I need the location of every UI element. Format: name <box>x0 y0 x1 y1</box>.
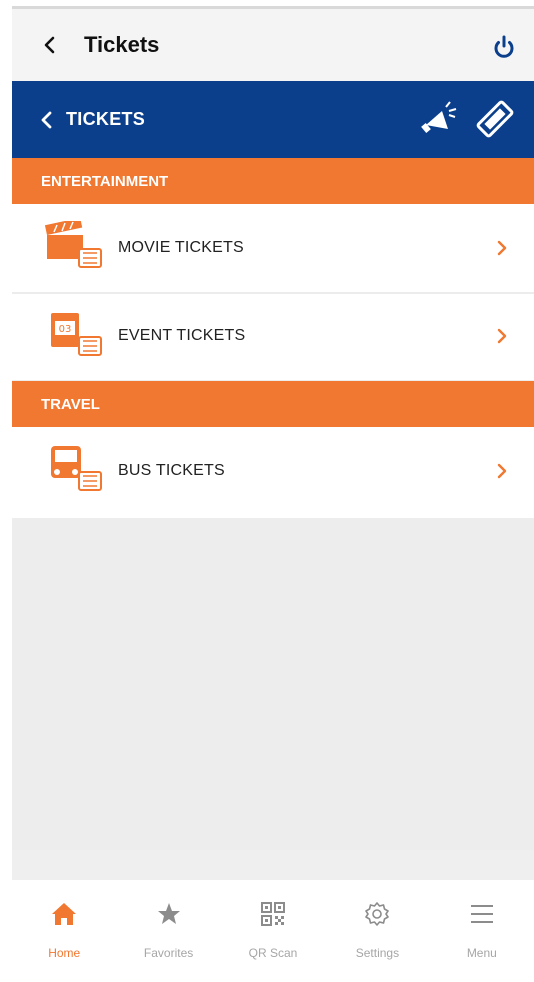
movie-ticket-icon <box>45 221 102 268</box>
chevron-right-icon <box>497 463 507 479</box>
content-bottom-strip <box>12 850 534 880</box>
chevron-left-icon <box>44 36 55 54</box>
subheader-back-button[interactable] <box>40 111 54 129</box>
back-button[interactable] <box>40 36 58 54</box>
list-item-bus-tickets[interactable]: BUS TICKETS <box>12 427 534 518</box>
tab-menu[interactable]: Menu <box>430 880 534 982</box>
menu-icon <box>470 905 493 923</box>
home-icon <box>52 903 77 925</box>
megaphone-icon[interactable] <box>420 99 460 139</box>
tab-label: QR Scan <box>248 946 298 960</box>
power-icon <box>494 35 514 58</box>
app-bar: Tickets <box>12 9 534 81</box>
list-item-label: EVENT TICKETS <box>118 327 246 344</box>
subheader-icons <box>420 99 516 139</box>
section-header-bar: TICKETS <box>12 81 534 158</box>
star-icon <box>157 903 180 924</box>
list-item-label: BUS TICKETS <box>118 462 225 479</box>
calendar-day: 03 <box>59 324 72 335</box>
page-title: Tickets <box>84 32 160 57</box>
tab-settings[interactable]: Settings <box>325 880 429 982</box>
event-ticket-icon: 03 <box>51 313 102 356</box>
logout-button[interactable] <box>490 33 518 61</box>
bus-ticket-icon <box>51 446 102 491</box>
chevron-left-icon <box>41 111 52 128</box>
list-item-event-tickets[interactable]: 03 EVENT TICKETS <box>12 294 534 380</box>
section-header-entertainment: ENTERTAINMENT <box>12 158 534 204</box>
tab-favorites[interactable]: Favorites <box>116 880 220 982</box>
qr-icon <box>261 902 286 926</box>
chevron-right-icon <box>497 328 507 344</box>
tab-label: Settings <box>355 946 400 960</box>
list-item-label: MOVIE TICKETS <box>118 239 244 256</box>
subheader-title: TICKETS <box>66 109 146 129</box>
tab-label: Home <box>48 946 81 960</box>
ticket-icon[interactable] <box>474 99 516 139</box>
section-title: TRAVEL <box>41 395 100 413</box>
list-item-movie-tickets[interactable]: MOVIE TICKETS <box>12 204 534 292</box>
bottom-tab-bar: Home Favorites QR Scan Settings Menu <box>12 880 534 982</box>
tab-label: Favorites <box>143 946 194 960</box>
tab-label: Menu <box>466 946 497 960</box>
chevron-right-icon <box>497 240 507 256</box>
tab-qr-scan[interactable]: QR Scan <box>221 880 325 982</box>
gear-icon <box>365 902 390 926</box>
section-title: ENTERTAINMENT <box>41 172 169 190</box>
section-header-travel: TRAVEL <box>12 381 534 427</box>
app-screen: Tickets TICKETS ENTERTAINMENT MOVIE TICK… <box>12 6 534 982</box>
tab-home[interactable]: Home <box>12 880 116 982</box>
